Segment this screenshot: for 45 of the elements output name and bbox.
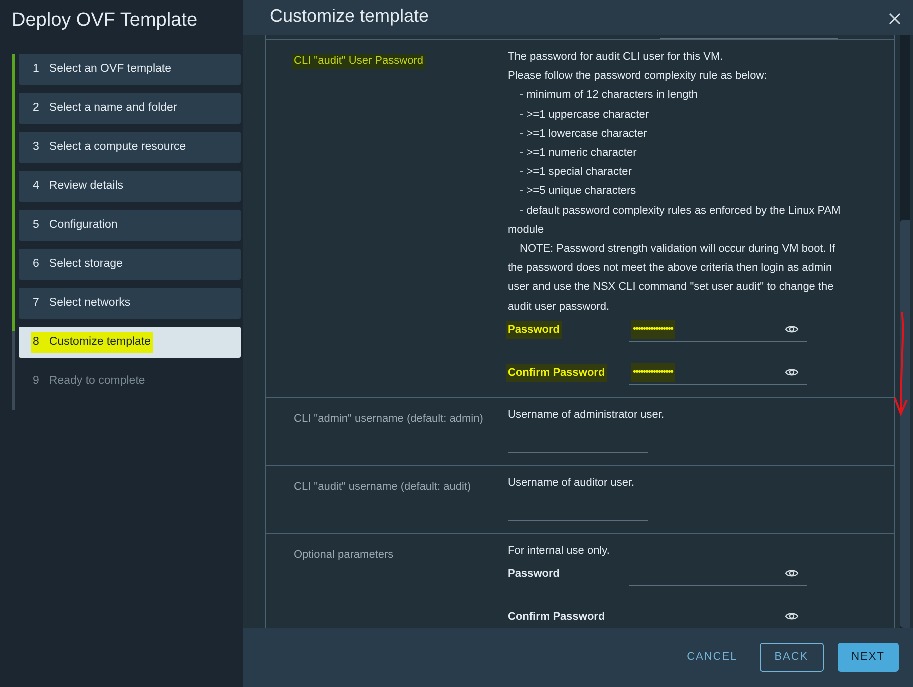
description-text: - default password complexity rules as enforced by the Linux PAM module bbox=[508, 204, 842, 238]
wizard-step[interactable]: 4 Review details bbox=[19, 171, 241, 202]
cancel-link[interactable]: CANCEL bbox=[679, 649, 746, 666]
description-text: Please follow the password complexity rule as below: bbox=[508, 69, 768, 84]
field-label: Password bbox=[506, 320, 562, 339]
description-text: - >=5 unique characters bbox=[519, 184, 636, 200]
wizard-step[interactable]: 2 Select a name and folder bbox=[19, 93, 241, 124]
description-text: - >=1 uppercase character bbox=[519, 108, 650, 123]
wizard-step[interactable]: 7 Select networks bbox=[19, 288, 241, 319]
description-text: - >=1 numeric character bbox=[519, 146, 637, 162]
wizard-step[interactable]: 3 Select a compute resource bbox=[19, 132, 241, 163]
eye-icon[interactable] bbox=[785, 612, 799, 622]
wizard-step[interactable]: 8 Customize template bbox=[19, 327, 241, 358]
wizard-step[interactable]: 1 Select an OVF template bbox=[19, 54, 241, 85]
scrollbar[interactable] bbox=[900, 35, 910, 628]
wizard-step[interactable]: 6 Select storage bbox=[19, 249, 241, 280]
field-label: Password bbox=[507, 567, 561, 582]
close-icon[interactable] bbox=[889, 12, 901, 24]
eye-icon[interactable] bbox=[785, 368, 799, 377]
back-button[interactable]: BACK bbox=[760, 643, 824, 672]
description-text: - >=1 special character bbox=[519, 165, 632, 180]
password-field[interactable]: •••••••••••••••• bbox=[629, 318, 807, 342]
description-text: Username of auditor user. bbox=[508, 476, 635, 492]
property-label: CLI "audit" User Password bbox=[292, 54, 426, 69]
description-text: The password for audit CLI user for this VM. bbox=[508, 50, 724, 65]
description-text: Username of administrator user. bbox=[508, 408, 665, 423]
eye-icon[interactable] bbox=[785, 324, 799, 334]
description-text: For internal use only. bbox=[508, 544, 610, 560]
field-label: Confirm Password bbox=[507, 610, 606, 626]
eye-icon[interactable] bbox=[785, 569, 799, 578]
password-field[interactable]: •••••••••••••••• bbox=[629, 360, 807, 385]
password-value: •••••••••••••••• bbox=[631, 320, 676, 339]
property-label: CLI "admin" username (default: admin) bbox=[294, 412, 484, 427]
next-button[interactable]: NEXT bbox=[838, 643, 899, 672]
page-title: Customize template bbox=[270, 4, 430, 28]
wizard-step[interactable]: 5 Configuration bbox=[19, 210, 241, 241]
description-text: - >=1 lowercase character bbox=[519, 126, 648, 142]
description-text: NOTE: Password strength validation will occur during VM boot. If the password does not meet the above criteria then login as admin user and use the NSX CLI command "set user audit" to change the audit user password. bbox=[508, 242, 836, 315]
property-label: CLI "audit" username (default: audit) bbox=[294, 480, 472, 496]
field-label: Confirm Password bbox=[506, 364, 608, 382]
wizard-title: Deploy OVF Template bbox=[12, 9, 198, 33]
description-text: - minimum of 12 characters in length bbox=[519, 88, 698, 104]
password-value: •••••••••••••••• bbox=[631, 362, 676, 382]
property-label: Optional parameters bbox=[294, 548, 394, 564]
wizard-step[interactable]: 9 Ready to complete bbox=[19, 366, 241, 397]
